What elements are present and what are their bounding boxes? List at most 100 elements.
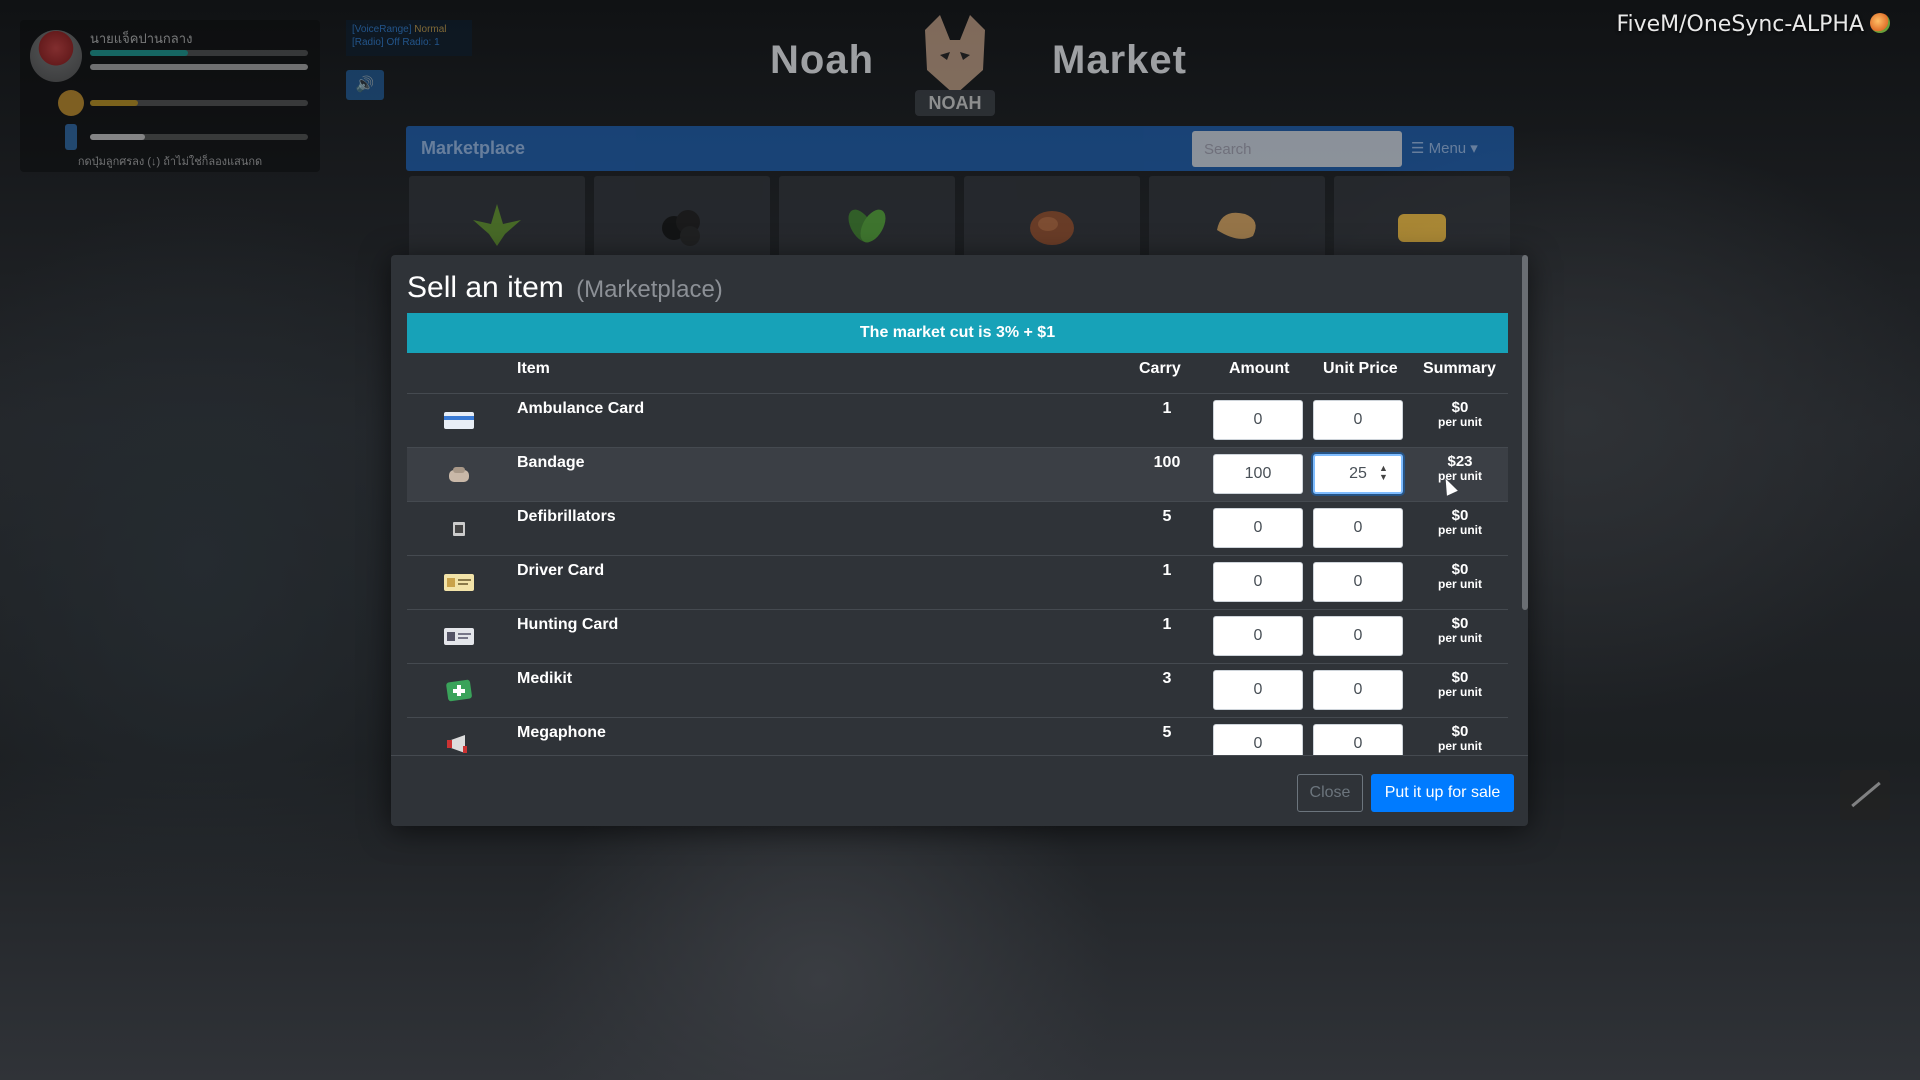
amount-input[interactable] <box>1213 724 1303 755</box>
item-name: Driver Card <box>517 562 605 579</box>
marketplace-navbar: Marketplace Search ☰ Menu ▾ <box>406 126 1514 171</box>
unit-price-input[interactable] <box>1313 400 1403 440</box>
summary-value: $0 <box>1451 399 1469 416</box>
table-row: Bandage 100 ▲▼ $23per unit <box>407 447 1508 501</box>
unit-price-input[interactable] <box>1313 454 1403 494</box>
table-row: Medikit 3 $0per unit <box>407 663 1508 717</box>
marketplace-title: Marketplace <box>421 138 526 158</box>
number-spinner-icon[interactable]: ▲ ▼ <box>1379 464 1388 482</box>
leaf-icon <box>848 209 886 243</box>
item-name: Hunting Card <box>517 616 619 633</box>
item-summary: $0 per unit <box>1417 670 1503 700</box>
item-summary: $0 per unit <box>1417 724 1503 754</box>
thirst-bar <box>90 134 308 140</box>
table-row: Ambulance Card 1 $0per unit <box>407 393 1508 447</box>
item-carry: 1 <box>1162 616 1172 633</box>
server-name-text: FiveM/OneSync-ALPHA <box>1616 12 1864 37</box>
armor-bar <box>90 64 308 70</box>
player-status-hud: นายแจ็คปานกลาง กดปุ่มลูกศรลง (↓) ถ้าไม่ใ… <box>20 20 320 172</box>
search-input[interactable]: Search <box>1192 131 1402 167</box>
driver-card-icon <box>444 574 474 591</box>
thirst-icon <box>65 124 77 150</box>
microphone-icon: 🔊 <box>346 70 384 100</box>
modal-title: Sell an item (Marketplace) <box>407 271 723 305</box>
amount-input[interactable] <box>1213 616 1303 656</box>
unit-price-input[interactable] <box>1313 670 1403 710</box>
item-name: Megaphone <box>517 724 606 741</box>
item-name: Medikit <box>517 670 573 687</box>
item-carry: 5 <box>1162 724 1172 741</box>
product-tile[interactable] <box>594 176 770 256</box>
item-name: Defibrillators <box>517 508 616 525</box>
amount-input[interactable] <box>1213 562 1303 602</box>
summary-value: $23 <box>1447 453 1473 470</box>
close-button[interactable]: Close <box>1297 774 1363 812</box>
put-up-for-sale-button[interactable]: Put it up for sale <box>1371 774 1514 812</box>
per-unit-label: per unit <box>1438 631 1482 645</box>
bandage-icon <box>449 467 469 482</box>
amount-input[interactable] <box>1213 670 1303 710</box>
item-carry: 1 <box>1162 400 1172 417</box>
gold-bar-icon <box>1398 214 1446 242</box>
defibrillator-icon <box>453 522 465 536</box>
coal-icon <box>662 210 700 246</box>
product-tile[interactable] <box>1149 176 1325 256</box>
product-tile[interactable] <box>964 176 1140 256</box>
voice-label: [VoiceRange] <box>352 24 412 35</box>
item-carry: 100 <box>1153 454 1181 471</box>
amount-input[interactable] <box>1213 454 1303 494</box>
item-name: Ambulance Card <box>517 400 645 417</box>
product-tile[interactable] <box>779 176 955 256</box>
table-row: Hunting Card 1 $0per unit <box>407 609 1508 663</box>
summary-value: $0 <box>1451 507 1469 524</box>
column-header-carry: Carry <box>1139 360 1181 377</box>
sell-items-table: Item Carry Amount Unit Price Summary Amb… <box>407 355 1508 755</box>
modal-title-text: Sell an item <box>407 271 564 304</box>
unit-price-input[interactable] <box>1313 508 1403 548</box>
summary-value: $0 <box>1451 723 1469 740</box>
amount-input[interactable] <box>1213 400 1303 440</box>
product-tile[interactable] <box>409 176 585 256</box>
item-summary: $23 per unit <box>1417 454 1503 484</box>
unit-price-input[interactable] <box>1313 724 1403 755</box>
unit-price-input[interactable] <box>1313 616 1403 656</box>
column-header-summary: Summary <box>1423 360 1496 377</box>
table-row: Driver Card 1 $0per unit <box>407 555 1508 609</box>
svg-text:NOAH: NOAH <box>929 93 982 113</box>
modal-subtitle: (Marketplace) <box>576 276 723 303</box>
summary-value: $0 <box>1451 669 1469 686</box>
per-unit-label: per unit <box>1438 739 1482 753</box>
hud-hint: กดปุ่มลูกศรลง (↓) ถ้าไม่ใช่ก็ลองแสนกด <box>77 156 263 168</box>
column-header-amount: Amount <box>1229 360 1290 377</box>
hunting-card-icon <box>444 628 474 645</box>
modal-scrollbar[interactable] <box>1522 255 1528 610</box>
table-row: Megaphone 5 $0per unit <box>407 717 1508 755</box>
per-unit-label: per unit <box>1438 577 1482 591</box>
table-header: Item Carry Amount Unit Price Summary <box>407 355 1508 393</box>
column-header-unit-price: Unit Price <box>1323 360 1398 377</box>
per-unit-label: per unit <box>1438 469 1482 483</box>
item-name: Bandage <box>517 454 585 471</box>
amount-input[interactable] <box>1213 508 1303 548</box>
weapon-icon <box>1840 770 1890 820</box>
menu-dropdown[interactable]: ☰ Menu ▾ <box>1411 139 1478 157</box>
market-cut-alert: The market cut is 3% + $1 <box>407 313 1508 353</box>
item-summary: $0 per unit <box>1417 562 1503 592</box>
table-row: Defibrillators 5 $0per unit <box>407 501 1508 555</box>
product-tile[interactable] <box>1334 176 1510 256</box>
summary-value: $0 <box>1451 615 1469 632</box>
sell-item-modal: Sell an item (Marketplace) The market cu… <box>391 255 1528 826</box>
summary-value: $0 <box>1451 561 1469 578</box>
hunger-icon <box>58 90 84 116</box>
unit-price-input[interactable] <box>1313 562 1403 602</box>
item-summary: $0 per unit <box>1417 616 1503 646</box>
hunger-bar <box>90 100 308 106</box>
item-carry: 5 <box>1162 508 1172 525</box>
market-title-left: Noah <box>770 38 874 82</box>
item-summary: $0 per unit <box>1417 508 1503 538</box>
health-bar <box>90 50 308 56</box>
meat-icon <box>1030 211 1074 245</box>
market-title-right: Market <box>1052 38 1187 82</box>
item-carry: 3 <box>1162 670 1172 687</box>
modal-footer: Close Put it up for sale <box>391 755 1528 826</box>
